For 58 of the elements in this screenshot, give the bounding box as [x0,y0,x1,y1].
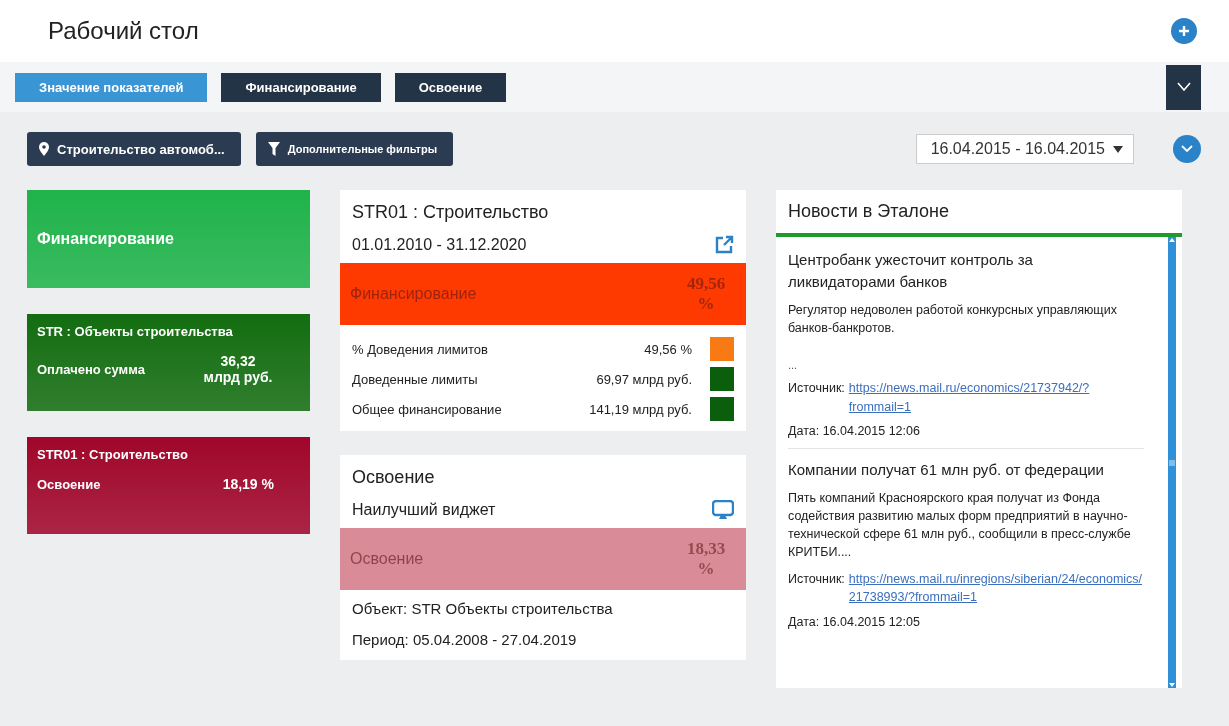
news-headline[interactable]: Компании получат 61 млн руб. от федерации [788,459,1144,481]
map-pin-icon [39,142,49,156]
tile-title: STR01 : Строительство [37,447,189,462]
grip-icon[interactable] [1169,459,1175,466]
caret-icon [1113,145,1123,153]
indicator-tile[interactable]: STR01 : Строительство Освоение 18,19 % [27,437,310,534]
source-link[interactable]: https://news.mail.ru/inregions/siberian/24/economics/21738993/?frommail=1 [848,569,1144,607]
row-value: 141,19 млрд руб. [589,401,692,417]
more-filters-button[interactable]: Дополнительные фильтры [255,132,454,166]
tile-value: 18,19 % [222,476,274,492]
row-value: 49,56 % [644,341,692,357]
collapse-button[interactable] [1173,135,1201,163]
object-filter-button[interactable]: Строительство автомоб... [27,132,241,166]
source-label: Источник: [788,379,845,397]
widget-title: Освоение [351,466,436,489]
news-date: Дата: 16.04.2015 12:06 [788,424,921,439]
tab[interactable]: Финансирование [221,72,381,102]
widget-subtitle: Наилучший виджет [352,501,496,519]
expand-button[interactable] [1166,64,1201,110]
tile-value: 36,32 млрд руб. [202,353,274,385]
news-text: Пять компаний Красноярского края получат из Фонда содействия развитию малых форм предприятий в научно-технической сфере 61 млн руб., сообщили в пресс-службе КРИТБИ.... [788,490,1132,562]
row-value: 69,97 млрд руб. [596,371,692,387]
news-date: Дата: 16.04.2015 12:05 [788,615,921,629]
tab[interactable]: Освоение [394,72,507,102]
banner-value: 49,56 % [685,274,727,314]
scroll-up-icon[interactable] [1169,237,1175,243]
widget-subtitle: 01.01.2010 - 31.12.2020 [352,236,527,254]
tile-title: Финансирование [37,230,175,248]
news-headline[interactable]: Центробанк ужесточит контроль за ликвидаторами банков [788,249,1144,293]
plus-icon [1178,25,1190,37]
tile-title: STR : Объекты строительства [37,324,234,339]
date-range-dropdown[interactable]: 16.04.2015 - 16.04.2015 [915,134,1134,164]
ellipsis: ... [788,358,799,371]
source-link[interactable]: https://news.mail.ru/economics/21737942/?frommail=1 [848,378,1144,417]
add-button[interactable] [1171,18,1197,44]
scroll-down-icon[interactable] [1169,682,1175,688]
tile-label: Оплачено сумма [37,361,145,377]
indicator-tile[interactable]: STR : Объекты строительства Оплачено сумма 36,32 млрд руб. [27,314,310,411]
tile-label: Освоение [37,476,101,492]
filter-icon [267,142,280,156]
source-label: Источник: [788,570,845,588]
banner-label: Финансирование [350,285,477,303]
info-line: Объект: STR Объекты строительства [351,599,614,619]
page-title: Рабочий стол [48,17,199,45]
monitor-icon[interactable] [712,500,734,520]
chevron-down-icon [1181,145,1193,153]
row-label: % Доведения лимитов [352,341,489,357]
chevron-down-icon [1176,82,1191,92]
row-label: Общее финансирование [352,401,503,417]
external-link-icon[interactable] [714,235,734,255]
banner-label: Освоение [350,550,424,568]
scrollbar[interactable] [1168,237,1176,688]
banner-value: 18,33 % [685,539,727,579]
info-line: Период: 05.04.2008 - 27.04.2019 [351,630,578,650]
widget-title: STR01 : Строительство [351,201,550,224]
news-title: Новости в Эталоне [776,190,1182,237]
news-text: Регулятор недоволен работой конкурсных управляющих банков-банкротов. [788,301,1118,337]
row-label: Доведенные лимиты [352,371,479,387]
